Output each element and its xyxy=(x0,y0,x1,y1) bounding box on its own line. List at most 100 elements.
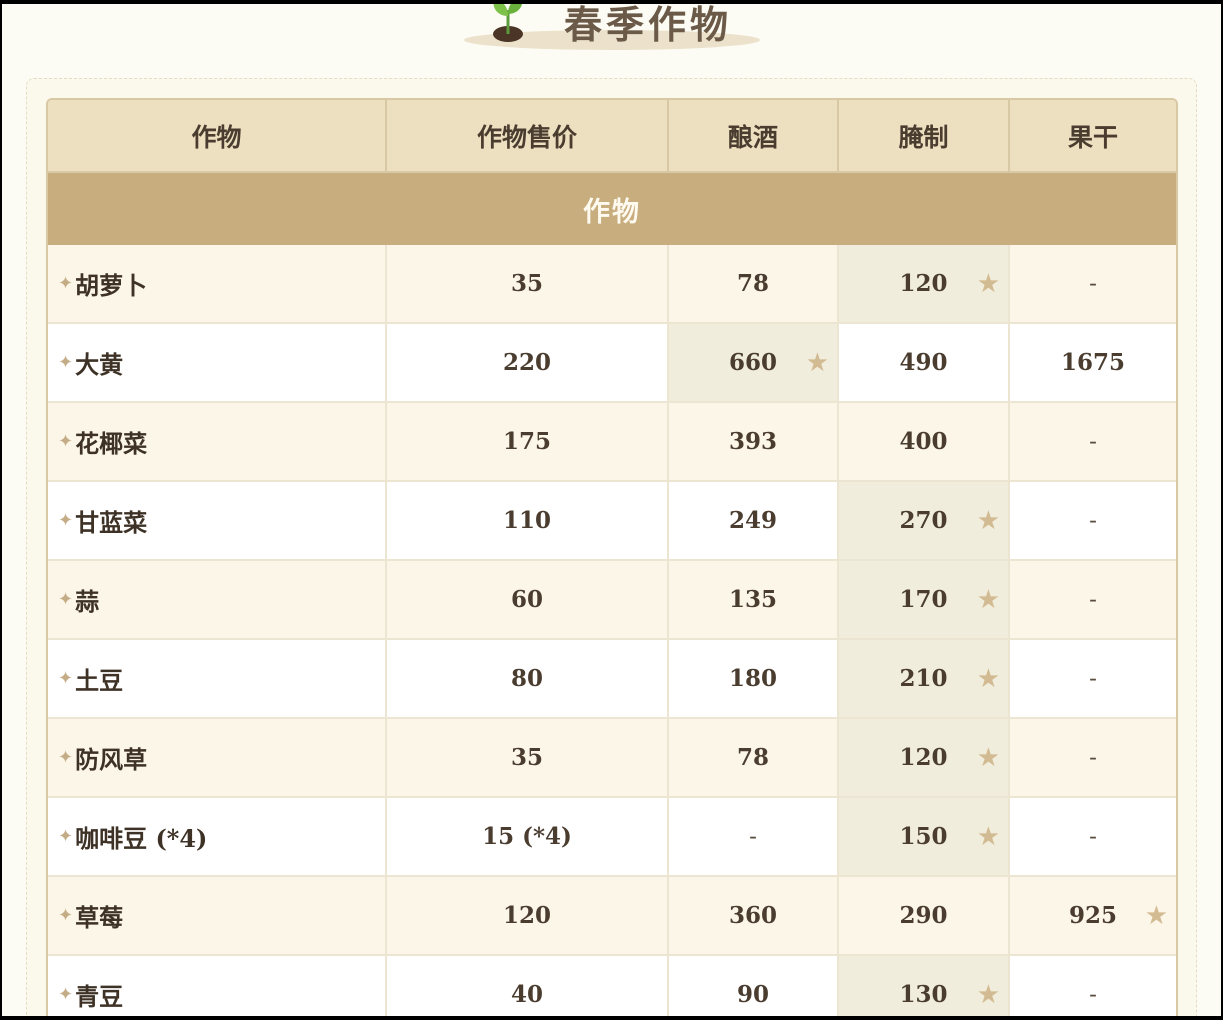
crop-name: 蒜 xyxy=(75,587,100,616)
dried-value: 925 xyxy=(1068,902,1117,929)
crop-name: 花椰菜 xyxy=(75,429,148,458)
price-cell: 15 (*4) xyxy=(387,798,669,875)
crop-name: 咖啡豆 (*4) xyxy=(75,824,208,853)
pickle-value: 290 xyxy=(899,902,948,929)
section-title: 作物 xyxy=(583,196,641,228)
pickle-value: 490 xyxy=(899,349,948,376)
dried-cell: - xyxy=(1010,403,1176,480)
dried-value: - xyxy=(1089,586,1097,613)
pickle-cell: 490 xyxy=(839,324,1010,401)
wine-cell: 660 ★ xyxy=(669,324,839,401)
table-row: ✦ 青豆 40 90 130 ★ - xyxy=(48,956,1176,1016)
dried-value: - xyxy=(1089,823,1097,850)
dried-cell: - xyxy=(1010,482,1176,559)
star-icon: ★ xyxy=(805,347,829,378)
bullet-icon: ✦ xyxy=(58,589,74,610)
bullet-icon: ✦ xyxy=(58,984,74,1005)
table-row: ✦ 咖啡豆 (*4) 15 (*4) - 150 ★ - xyxy=(48,798,1176,877)
star-icon: ★ xyxy=(976,663,1000,694)
table-row: ✦ 防风草 35 78 120 ★ - xyxy=(48,719,1176,798)
pickle-value: 130 xyxy=(899,981,948,1008)
pickle-value: 120 xyxy=(899,270,948,297)
wine-cell: 180 xyxy=(669,640,839,717)
pickle-value: 210 xyxy=(899,665,948,692)
pickle-value: 270 xyxy=(899,507,948,534)
table-row: ✦ 草莓 120 360 290 925 ★ xyxy=(48,877,1176,956)
dried-value: - xyxy=(1089,744,1097,771)
table-row: ✦ 土豆 80 180 210 ★ - xyxy=(48,640,1176,719)
dried-cell: 925 ★ xyxy=(1010,877,1176,954)
price-value: 120 xyxy=(502,902,551,929)
star-icon: ★ xyxy=(976,505,1000,536)
section-header-row: 作物 xyxy=(48,173,1176,245)
header-wine: 酿酒 xyxy=(669,100,839,171)
price-cell: 220 xyxy=(387,324,669,401)
pickle-cell: 210 ★ xyxy=(839,640,1010,717)
bullet-icon: ✦ xyxy=(58,510,74,531)
dried-cell: 1675 xyxy=(1010,324,1176,401)
pickle-cell: 290 xyxy=(839,877,1010,954)
crop-name-cell: ✦ 蒜 xyxy=(48,561,387,638)
pickle-value: 120 xyxy=(899,744,948,771)
banner-title: 春季作物 xyxy=(564,4,733,47)
header-dried: 果干 xyxy=(1067,122,1118,152)
pickle-value: 150 xyxy=(899,823,948,850)
crop-name-cell: ✦ 胡萝卜 xyxy=(48,245,387,322)
price-value: 220 xyxy=(502,349,551,376)
crop-name-cell: ✦ 大黄 xyxy=(48,324,387,401)
pickle-cell: 270 ★ xyxy=(839,482,1010,559)
crop-name: 土豆 xyxy=(75,666,124,695)
star-icon: ★ xyxy=(976,979,1000,1010)
wine-cell: 393 xyxy=(669,403,839,480)
wine-value: 78 xyxy=(736,744,769,771)
wine-value: - xyxy=(749,823,757,850)
dried-cell: - xyxy=(1010,640,1176,717)
crop-price-table: 作物 作物售价 酿酒 腌制 果干 作物 ✦ 胡萝卜 35 78 120 ★ - ✦ 大黄 220 6… xyxy=(46,98,1178,1016)
wine-value: 660 xyxy=(728,349,777,376)
crop-name-cell: ✦ 土豆 xyxy=(48,640,387,717)
price-value: 175 xyxy=(502,428,551,455)
pickle-cell: 170 ★ xyxy=(839,561,1010,638)
table-row: ✦ 蒜 60 135 170 ★ - xyxy=(48,561,1176,640)
star-icon: ★ xyxy=(976,742,1000,773)
header-crop: 作物 xyxy=(48,100,387,171)
banner: 春季作物 xyxy=(464,4,764,52)
dried-value: - xyxy=(1089,981,1097,1008)
pickle-value: 400 xyxy=(899,428,948,455)
crop-name-cell: ✦ 甘蓝菜 xyxy=(48,482,387,559)
crop-name-cell: ✦ 青豆 xyxy=(48,956,387,1016)
bullet-icon: ✦ xyxy=(58,905,74,926)
crop-name-cell: ✦ 花椰菜 xyxy=(48,403,387,480)
pickle-cell: 120 ★ xyxy=(839,719,1010,796)
price-value: 60 xyxy=(510,586,543,613)
wine-value: 135 xyxy=(728,586,777,613)
bullet-icon: ✦ xyxy=(58,668,74,689)
table-header-row: 作物 作物售价 酿酒 腌制 果干 xyxy=(48,100,1176,173)
star-icon: ★ xyxy=(976,821,1000,852)
bullet-icon: ✦ xyxy=(58,826,74,847)
dried-cell: - xyxy=(1010,956,1176,1016)
dried-value: - xyxy=(1089,507,1097,534)
price-value: 110 xyxy=(502,507,551,534)
wine-cell: 360 xyxy=(669,877,839,954)
wine-value: 90 xyxy=(736,981,769,1008)
dried-value: 1675 xyxy=(1060,349,1125,376)
star-icon: ★ xyxy=(976,584,1000,615)
price-cell: 110 xyxy=(387,482,669,559)
crop-name: 大黄 xyxy=(75,350,124,379)
price-cell: 80 xyxy=(387,640,669,717)
header-pickle: 腌制 xyxy=(839,100,1010,171)
table-row: ✦ 大黄 220 660 ★ 490 1675 xyxy=(48,324,1176,403)
wine-cell: 135 xyxy=(669,561,839,638)
star-icon: ★ xyxy=(976,268,1000,299)
header-price: 作物售价 xyxy=(387,100,669,171)
price-cell: 175 xyxy=(387,403,669,480)
price-value: 80 xyxy=(510,665,543,692)
crop-name: 草莓 xyxy=(75,903,124,932)
bullet-icon: ✦ xyxy=(58,431,74,452)
wine-value: 393 xyxy=(728,428,777,455)
wine-cell: 78 xyxy=(669,245,839,322)
price-value: 40 xyxy=(510,981,543,1008)
dried-value: - xyxy=(1089,428,1097,455)
price-cell: 120 xyxy=(387,877,669,954)
